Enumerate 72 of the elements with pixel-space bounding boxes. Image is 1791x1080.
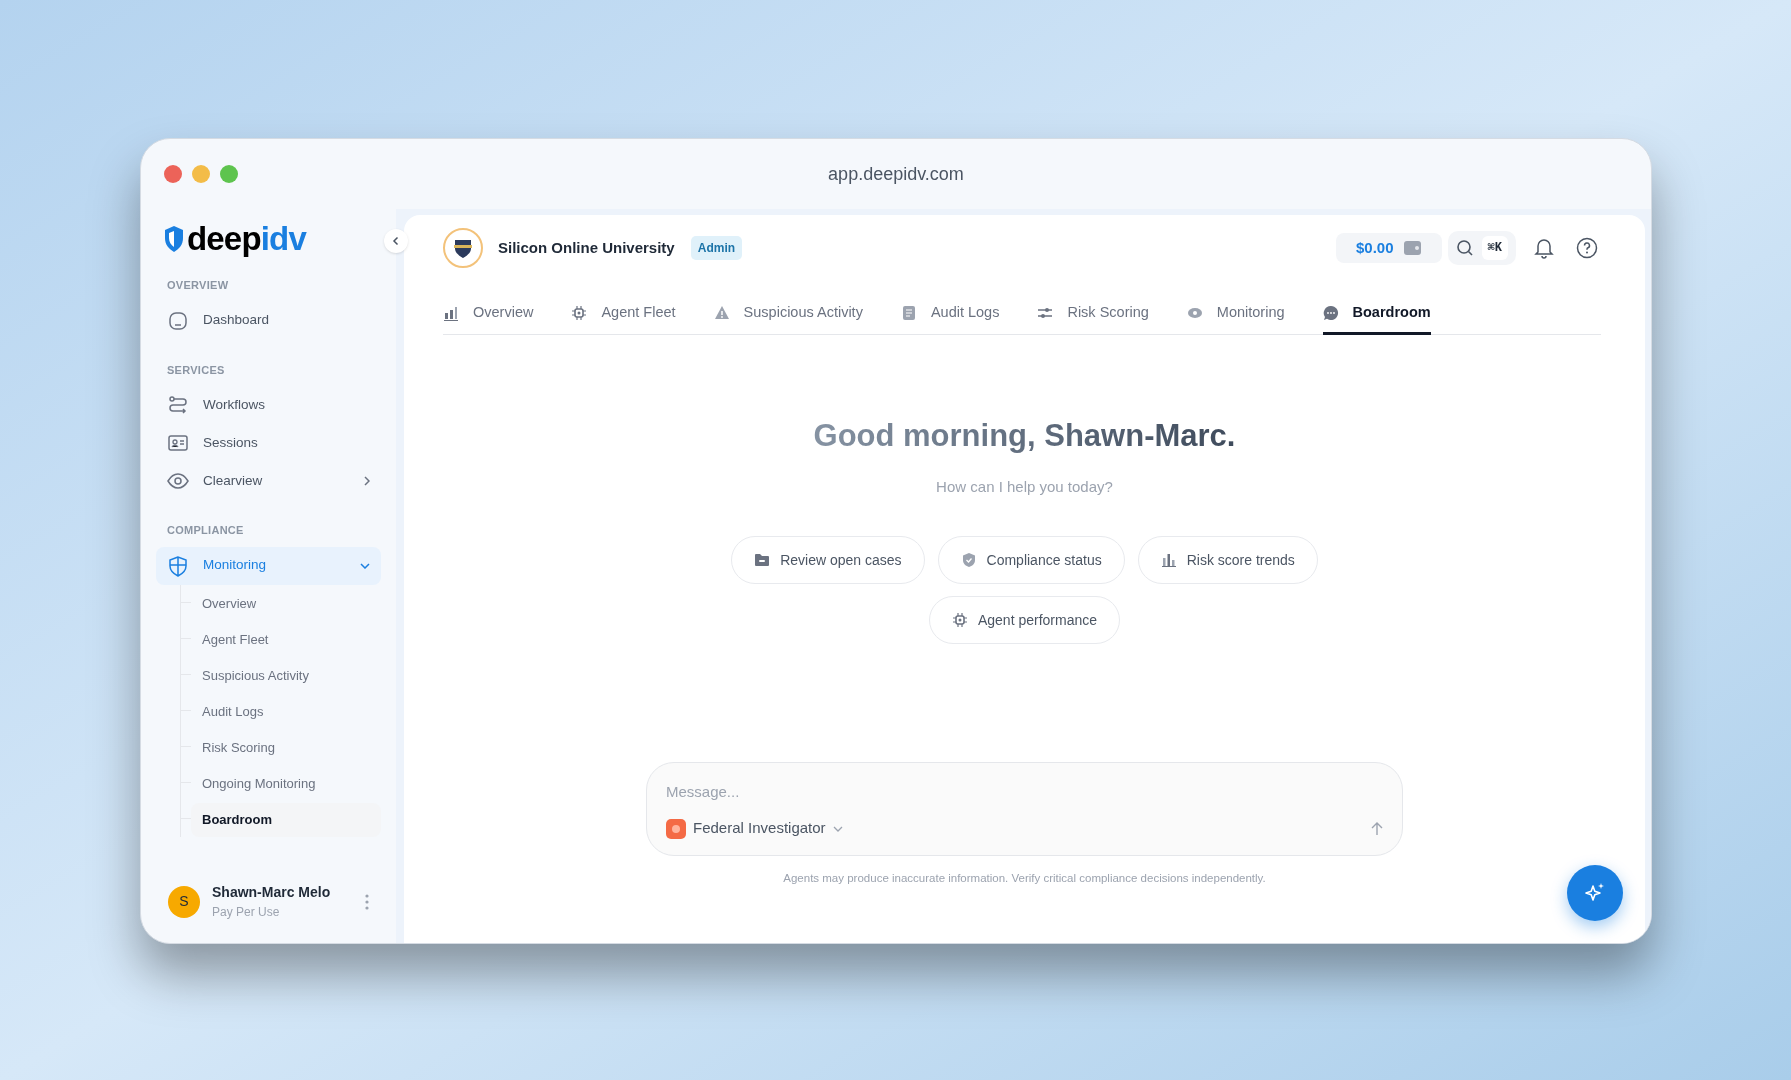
- collapse-sidebar-button[interactable]: [384, 229, 408, 253]
- suggestion-chip[interactable]: Risk score trends: [1137, 536, 1318, 584]
- organization-name: Silicon Online University: [498, 237, 675, 258]
- chevron-down-icon: [832, 825, 843, 832]
- chip-icon: [951, 612, 968, 628]
- tab[interactable]: Boardroom: [1322, 295, 1431, 335]
- submenu-item[interactable]: Agent Fleet: [191, 622, 381, 657]
- more-options-icon[interactable]: [365, 893, 369, 910]
- message-input[interactable]: Message...: [666, 780, 1383, 804]
- submenu-item[interactable]: Ongoing Monitoring: [191, 766, 381, 801]
- submenu-item[interactable]: Audit Logs: [191, 694, 381, 729]
- eye-icon: [167, 470, 189, 492]
- submenu-item[interactable]: Risk Scoring: [191, 730, 381, 765]
- close-window-button[interactable]: [164, 165, 182, 183]
- user-avatar[interactable]: S: [168, 885, 200, 918]
- balance-pill[interactable]: $0.00: [1336, 233, 1442, 263]
- sidebar-item[interactable]: Workflows: [156, 386, 381, 424]
- agent-icon: [666, 818, 686, 839]
- user-plan: Pay Per Use: [212, 904, 281, 921]
- section-heading: OVERVIEW: [166, 278, 230, 293]
- suggestion-chip[interactable]: Compliance status: [937, 536, 1125, 584]
- submenu-item[interactable]: Suspicious Activity: [191, 658, 381, 693]
- message-composer[interactable]: Message... Federal Investigator: [646, 761, 1403, 856]
- section-heading: COMPLIANCE: [166, 523, 245, 538]
- wallet-icon: [1403, 241, 1422, 255]
- deepidv-logo[interactable]: deepidv: [163, 219, 381, 259]
- maximize-window-button[interactable]: [220, 165, 238, 183]
- tab[interactable]: Suspicious Activity: [713, 295, 863, 335]
- route-icon: [167, 394, 189, 416]
- sidebar-item[interactable]: Dashboard: [156, 301, 381, 340]
- tab[interactable]: Audit Logs: [900, 295, 1000, 335]
- document-icon: [900, 304, 917, 321]
- ai-assistant-button[interactable]: [1567, 865, 1623, 921]
- send-arrow-icon[interactable]: [1371, 821, 1383, 836]
- warning-icon: [713, 304, 730, 321]
- minimize-window-button[interactable]: [192, 165, 210, 183]
- suggestion-chip[interactable]: Agent performance: [928, 596, 1121, 644]
- submenu-item[interactable]: Boardroom: [191, 802, 381, 837]
- section-heading: SERVICES: [166, 362, 226, 378]
- sidebar-item[interactable]: Clearview: [156, 462, 381, 500]
- bar-chart-icon: [1160, 552, 1177, 568]
- search-icon[interactable]: [1455, 239, 1474, 257]
- tab[interactable]: Agent Fleet: [571, 295, 676, 335]
- role-badge: Admin: [690, 236, 743, 260]
- folder-icon: [754, 552, 771, 568]
- id-card-icon: [167, 432, 189, 454]
- agent-selector[interactable]: Federal Investigator: [666, 817, 843, 840]
- chevron-down-icon: [360, 562, 370, 569]
- greeting-subtitle: How can I help you today?: [936, 476, 1113, 497]
- submenu-item[interactable]: Overview: [191, 586, 381, 621]
- university-logo: [443, 228, 483, 268]
- tab[interactable]: Overview: [443, 295, 534, 335]
- sidebar-item[interactable]: Monitoring: [156, 546, 381, 585]
- shield-check-icon: [960, 552, 977, 568]
- home-icon: [167, 309, 189, 332]
- notification-bell-icon[interactable]: [1534, 237, 1554, 259]
- address-bar-url: app.deepidv.com: [828, 162, 964, 186]
- chevron-left-icon: [391, 236, 401, 246]
- tab[interactable]: Risk Scoring: [1037, 295, 1149, 335]
- tab[interactable]: Monitoring: [1186, 295, 1285, 335]
- chevron-right-icon: [364, 476, 370, 486]
- suggestion-chip[interactable]: Review open cases: [731, 536, 925, 584]
- shield-logo-icon: [163, 225, 185, 253]
- help-icon[interactable]: [1576, 237, 1598, 259]
- chip-icon: [571, 304, 588, 321]
- keyboard-shortcut: ⌘K: [1481, 236, 1508, 260]
- shield-icon: [167, 554, 189, 577]
- bar-chart-icon: [443, 304, 459, 321]
- disclaimer-text: Agents may produce inaccurate information. Verify critical compliance decisions independently.: [783, 870, 1266, 886]
- sidebar-item[interactable]: Sessions: [156, 424, 381, 462]
- user-name: Shawn-Marc Melo: [212, 883, 332, 902]
- chat-bubble-icon: [1322, 304, 1339, 321]
